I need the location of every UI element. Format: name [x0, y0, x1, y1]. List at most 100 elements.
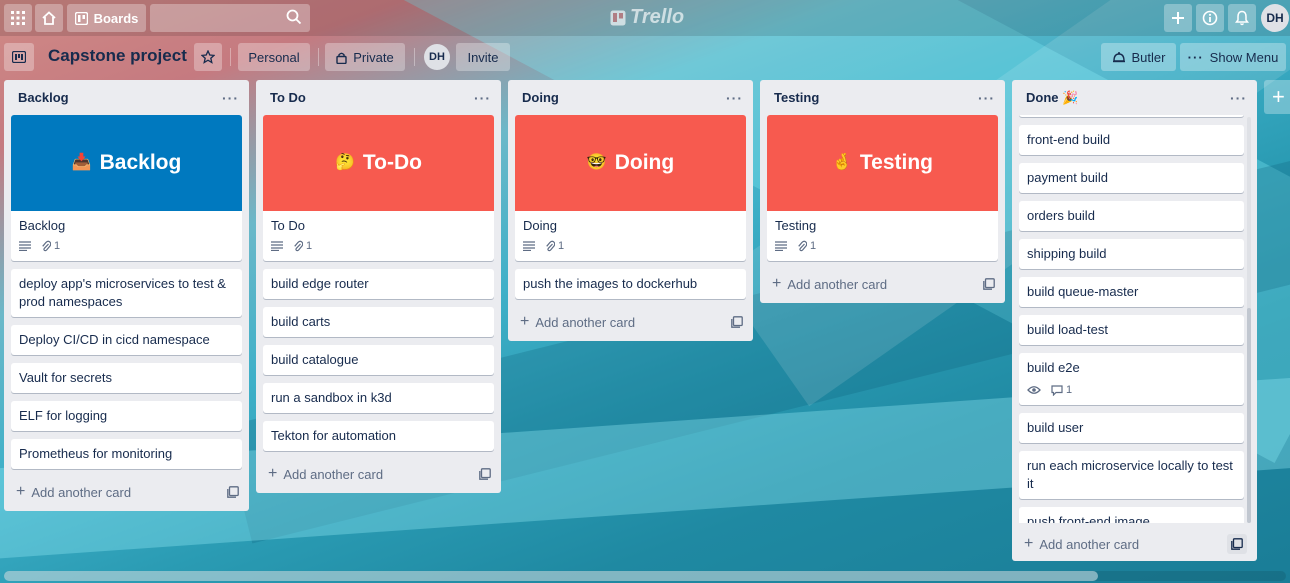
add-card-label: Add another card — [283, 466, 384, 482]
description-icon — [775, 241, 787, 251]
cover-text: Testing — [859, 151, 934, 174]
board-title[interactable]: Capstone project — [48, 46, 187, 66]
card[interactable]: build load-test — [1019, 315, 1244, 345]
plus-icon: + — [16, 483, 26, 500]
list-title[interactable]: Backlog — [18, 90, 69, 105]
list-to-do: To Do ··· 🤔 To-Do To Do 1 build edge rou… — [256, 80, 501, 493]
list-actions-icon[interactable]: ··· — [474, 90, 491, 106]
list-testing: Testing ··· 🤞 Testing Testing 1 + Add ano… — [760, 80, 1005, 303]
done-cards-scroll[interactable]: front-end build payment build orders bui… — [1012, 115, 1257, 523]
list-title[interactable]: Doing — [522, 90, 559, 105]
description-icon — [19, 241, 31, 251]
card-template-icon[interactable] — [983, 278, 995, 290]
apps-switcher-button[interactable] — [4, 4, 32, 32]
card[interactable]: Tekton for automation — [263, 421, 494, 451]
create-button[interactable] — [1164, 4, 1192, 32]
card-partial[interactable] — [1019, 115, 1244, 117]
search-input[interactable] — [150, 4, 310, 32]
board-switcher-button[interactable] — [4, 43, 34, 71]
card[interactable]: build user — [1019, 413, 1244, 443]
list-actions-icon[interactable]: ··· — [222, 90, 239, 106]
card-title: build e2e — [1027, 360, 1080, 375]
card[interactable]: Prometheus for monitoring — [11, 439, 242, 469]
home-button[interactable] — [35, 4, 63, 32]
card-title: Doing — [523, 218, 557, 233]
add-card-button[interactable]: + Add another card — [256, 459, 501, 489]
card[interactable]: ELF for logging — [11, 401, 242, 431]
add-card-button[interactable]: + Add another card — [508, 307, 753, 337]
card[interactable]: push front-end image — [1019, 507, 1244, 523]
card[interactable]: build catalogue — [263, 345, 494, 375]
card[interactable]: build carts — [263, 307, 494, 337]
card[interactable]: run a sandbox in k3d — [263, 383, 494, 413]
header-divider — [318, 48, 319, 66]
notifications-button[interactable] — [1228, 4, 1256, 32]
header-divider — [230, 48, 231, 66]
card[interactable]: deploy app's microservices to test & pro… — [11, 269, 242, 317]
card[interactable]: Deploy CI/CD in cicd namespace — [11, 325, 242, 355]
card-cover-image: 🤔 To-Do — [263, 115, 494, 211]
list-title[interactable]: To Do — [270, 90, 306, 105]
card-template-icon[interactable] — [731, 316, 743, 328]
board-scrollbar-thumb[interactable] — [4, 571, 1098, 581]
add-card-button[interactable]: + Add another card — [760, 269, 1005, 299]
card-template-button[interactable] — [1227, 534, 1247, 554]
user-avatar[interactable]: DH — [1261, 4, 1289, 32]
list-title[interactable]: Testing — [774, 90, 819, 105]
add-card-button[interactable]: + Add another card — [4, 477, 249, 507]
card[interactable]: push the images to dockerhub — [515, 269, 746, 299]
list-actions-icon[interactable]: ··· — [978, 90, 995, 106]
top-navigation-bar: Boards Trello DH — [0, 0, 1290, 36]
cover-text: Backlog — [99, 151, 182, 174]
add-list-button[interactable]: + — [1264, 80, 1290, 114]
butler-button[interactable]: Butler — [1101, 43, 1176, 71]
team-visibility-label: Personal — [248, 49, 300, 65]
card-title: shipping build — [1027, 246, 1107, 261]
list-actions-icon[interactable]: ··· — [726, 90, 743, 106]
boards-button[interactable]: Boards — [67, 4, 146, 32]
team-visibility-button[interactable]: Personal — [238, 43, 310, 71]
card[interactable]: build queue-master — [1019, 277, 1244, 307]
add-card-button[interactable]: + Add another card — [1012, 529, 1257, 559]
plus-icon: + — [1024, 535, 1034, 552]
comment-icon — [1051, 384, 1063, 396]
member-avatar[interactable]: DH — [424, 44, 450, 70]
card[interactable]: build edge router — [263, 269, 494, 299]
bell-icon — [1235, 10, 1249, 26]
cover-card[interactable]: 🤓 Doing Doing 1 — [515, 115, 746, 261]
card-badges: 1 — [271, 237, 486, 255]
card[interactable]: payment build — [1019, 163, 1244, 193]
invite-button[interactable]: Invite — [456, 43, 510, 71]
paperclip-icon — [42, 240, 51, 252]
list-actions-icon[interactable]: ··· — [1230, 90, 1247, 106]
card[interactable]: run each microservice locally to test it — [1019, 451, 1244, 499]
cover-card[interactable]: 🤔 To-Do To Do 1 — [263, 115, 494, 261]
card[interactable]: build e2e 1 — [1019, 353, 1244, 405]
cover-card[interactable]: 🤞 Testing Testing 1 — [767, 115, 998, 261]
card-title: Vault for secrets — [19, 370, 112, 385]
trello-logo[interactable]: Trello — [610, 6, 684, 29]
list-scrollbar-thumb[interactable] — [1247, 308, 1251, 523]
privacy-button[interactable]: Private — [325, 43, 405, 71]
inbox-tray-icon: 📥 — [71, 154, 92, 171]
show-menu-button[interactable]: ··· Show Menu — [1180, 43, 1286, 71]
information-button[interactable] — [1196, 4, 1224, 32]
card-template-icon[interactable] — [227, 486, 239, 498]
card[interactable]: shipping build — [1019, 239, 1244, 269]
card-title: build catalogue — [271, 352, 359, 367]
card[interactable]: orders build — [1019, 201, 1244, 231]
card[interactable]: front-end build — [1019, 125, 1244, 155]
info-icon — [1202, 10, 1218, 26]
card[interactable]: Vault for secrets — [11, 363, 242, 393]
card-template-icon[interactable] — [479, 468, 491, 480]
cover-card[interactable]: 📥 Backlog Backlog 1 — [11, 115, 242, 261]
attachments-count: 1 — [54, 240, 61, 252]
paperclip-icon — [294, 240, 303, 252]
home-icon — [42, 11, 56, 25]
star-board-button[interactable] — [194, 43, 222, 71]
paperclip-icon — [798, 240, 807, 252]
list-header: Done 🎉 ··· — [1012, 80, 1257, 115]
attachments-count: 1 — [306, 240, 313, 252]
attachments-badge: 1 — [41, 237, 60, 255]
list-title[interactable]: Done 🎉 — [1026, 90, 1078, 106]
